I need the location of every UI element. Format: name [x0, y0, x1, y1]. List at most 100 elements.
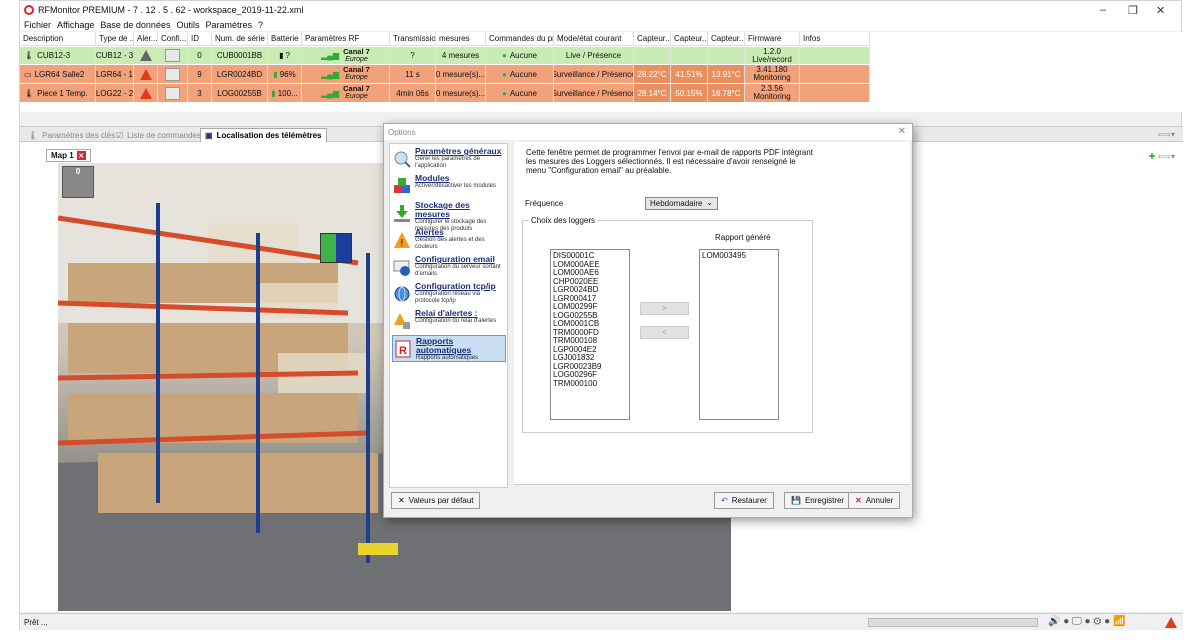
add-map-icon[interactable]: ✚ ⇦⇨▾	[1149, 152, 1175, 161]
col-config[interactable]: Confi...	[158, 32, 188, 45]
floppy-disk-icon: 💾	[791, 496, 801, 505]
tab-label: Localisation des télémètres	[216, 131, 322, 140]
menu-base-de-donnees[interactable]: Base de données	[100, 20, 170, 30]
move-left-button[interactable]: <	[640, 326, 689, 339]
row-capteur-3: 16.78°C	[708, 84, 745, 102]
col-mesures[interactable]: mesures	[436, 32, 486, 45]
options-nav: Paramètres généraux Gérer les paramètres …	[389, 143, 508, 488]
alert-warning-icon[interactable]	[139, 68, 152, 80]
nav-modules[interactable]: Modules Activer/désactiver les modules	[392, 173, 506, 200]
maximize-button[interactable]: ❐	[1128, 4, 1138, 17]
table-row[interactable]: 🌡 CUB12-3 CUB12 - 3 0 CUB0001BB ▮? ▂▄▆ Can…	[20, 47, 870, 64]
nav-rapports-automatiques[interactable]: R Rapports automatiques Rapports automati…	[392, 335, 506, 362]
menu-outils[interactable]: Outils	[176, 20, 199, 30]
nav-relai-alertes[interactable]: Relai d'alertes : Configuration du relai …	[392, 308, 506, 335]
move-right-button[interactable]: >	[640, 302, 689, 315]
tabs-scroll-arrows-icon[interactable]: ⇦⇨▾	[1158, 130, 1175, 139]
row-capteur-1: 28.22°C	[634, 65, 671, 83]
col-commandes[interactable]: Commandes du pr...	[486, 32, 554, 45]
row-mesures: 4 mesures	[436, 47, 486, 64]
map-tab-label: Map 1	[51, 151, 74, 160]
menu-fichier[interactable]: Fichier	[24, 20, 51, 30]
menu-parametres[interactable]: Paramètres	[205, 20, 252, 30]
config-tools-icon[interactable]	[165, 49, 180, 62]
restore-button[interactable]: ↶ Restaurer	[714, 492, 774, 509]
list-item[interactable]: TRM000100	[553, 379, 627, 389]
logger-position-marker[interactable]	[320, 233, 352, 263]
col-description[interactable]: Description	[20, 32, 96, 45]
list-item[interactable]: LOM003495	[702, 251, 776, 261]
magnifier-icon	[394, 151, 411, 168]
config-tools-icon[interactable]	[165, 86, 180, 100]
nav-alertes[interactable]: ! Alertes Gestion des alertes et des coul…	[392, 227, 506, 254]
available-loggers-list[interactable]: DIS00001C LOM000AEE LOM000AE6 CHP0020EE …	[550, 249, 630, 420]
selected-loggers-list[interactable]: LOM003495	[699, 249, 779, 420]
tab-parametres-cles[interactable]: 🌡 Paramètres des clés	[24, 128, 119, 142]
save-button[interactable]: 💾 Enregistrer	[784, 492, 852, 509]
map-marker[interactable]: 0	[62, 166, 94, 198]
alert-warning-icon[interactable]	[139, 87, 152, 99]
frequency-select[interactable]: Hebdomadaire ⌄	[645, 197, 718, 210]
nav-sub: Rapports automatiques	[416, 355, 479, 361]
button-label: Annuler	[865, 496, 894, 505]
map-icon: ▣	[205, 131, 213, 140]
tab-localisation[interactable]: ▣ Localisation des télémètres	[200, 128, 327, 142]
nav-sub: Activer/désactiver les modules	[415, 183, 497, 189]
tab-liste-commandes[interactable]: ☑ Liste de commandes	[112, 128, 205, 142]
row-capteur-1	[634, 47, 671, 64]
col-alert[interactable]: Aler...	[134, 32, 158, 45]
minimize-button[interactable]: –	[1100, 4, 1106, 16]
row-capteur-2	[671, 47, 708, 64]
menu-affichage[interactable]: Affichage	[57, 20, 94, 30]
col-transmission[interactable]: Transmissio...	[390, 32, 436, 45]
col-mode[interactable]: Mode/état courant	[554, 32, 634, 45]
row-firmware-mode: Live/record	[752, 54, 792, 64]
config-tools-icon[interactable]	[165, 67, 180, 81]
row-type: LGR64 - 1	[96, 65, 134, 83]
col-serial[interactable]: Num. de série	[212, 32, 268, 45]
signal-icon: ▂▄▆	[321, 88, 340, 98]
window-title: RFMonitor PREMIUM - 7 . 12 . 5 . 62 - wo…	[38, 5, 304, 15]
nav-parametres-generaux[interactable]: Paramètres généraux Gérer les paramètres …	[392, 146, 506, 173]
dialog-separator	[514, 484, 910, 485]
status-bar: Prêt ... 🔊 ● 🖵 ● ⚙ ● 📶	[20, 613, 1183, 630]
row-canal: Canal 7	[343, 84, 370, 93]
map-tab[interactable]: Map 1 ✕	[46, 149, 91, 162]
default-values-button[interactable]: ✕ Valeurs par défaut	[391, 492, 481, 509]
row-capteur-3: 13.91°C	[708, 65, 745, 83]
col-capteur-3[interactable]: Capteur...	[708, 32, 745, 45]
close-button[interactable]: ✕	[1156, 4, 1165, 17]
report-icon: R	[395, 340, 411, 358]
close-map-icon[interactable]: ✕	[76, 151, 86, 160]
nav-configuration-email[interactable]: Configuration email Configuration du serv…	[392, 254, 506, 281]
x-icon: ✕	[398, 496, 405, 505]
nav-configuration-tcpip[interactable]: Configuration tcp/ip Configuration réseau…	[392, 281, 506, 308]
menu-help[interactable]: ?	[258, 20, 263, 30]
button-label: Enregistrer	[804, 496, 845, 505]
progress-bar	[868, 618, 1038, 627]
col-type[interactable]: Type de ...	[96, 32, 134, 45]
nav-title: Relai d'alertes :	[415, 308, 478, 318]
svg-text:R: R	[399, 345, 407, 357]
row-type: LOG22 - 2	[96, 84, 134, 102]
col-capteur-1[interactable]: Capteur...	[634, 32, 671, 45]
col-id[interactable]: ID	[188, 32, 212, 45]
title-bar: RFMonitor PREMIUM - 7 . 12 . 5 . 62 - wo…	[20, 1, 1181, 19]
col-infos[interactable]: Infos	[800, 32, 870, 45]
options-dialog: Options ✕ Paramètres généraux Gérer les p…	[383, 123, 913, 518]
alert-warning-icon[interactable]	[139, 50, 152, 61]
status-alert-icon[interactable]	[1165, 617, 1177, 628]
col-rf[interactable]: Paramètres RF	[302, 32, 390, 45]
table-row[interactable]: ▭ LGR64 Salle2 LGR64 - 1 9 LGR0024BD ▮ 96%…	[20, 65, 870, 83]
col-firmware[interactable]: Firmware	[745, 32, 800, 45]
tab-label: Liste de commandes	[127, 130, 201, 140]
nav-stockage[interactable]: Stockage des mesures Configurer le stocka…	[392, 200, 506, 232]
nav-title: Configuration tcp/ip	[415, 281, 496, 291]
dialog-close-icon[interactable]: ✕	[898, 126, 906, 137]
col-capteur-2[interactable]: Capteur...	[671, 32, 708, 45]
row-serial: LOG00255B	[212, 84, 268, 102]
cancel-button[interactable]: ✕ Annuler	[848, 492, 901, 509]
network-globe-icon	[394, 286, 410, 302]
table-row[interactable]: 🌡 Piece 1 Temp. LOG22 - 2 3 LOG00255B ▮ 10…	[20, 84, 870, 102]
col-battery[interactable]: Batterie	[268, 32, 302, 45]
